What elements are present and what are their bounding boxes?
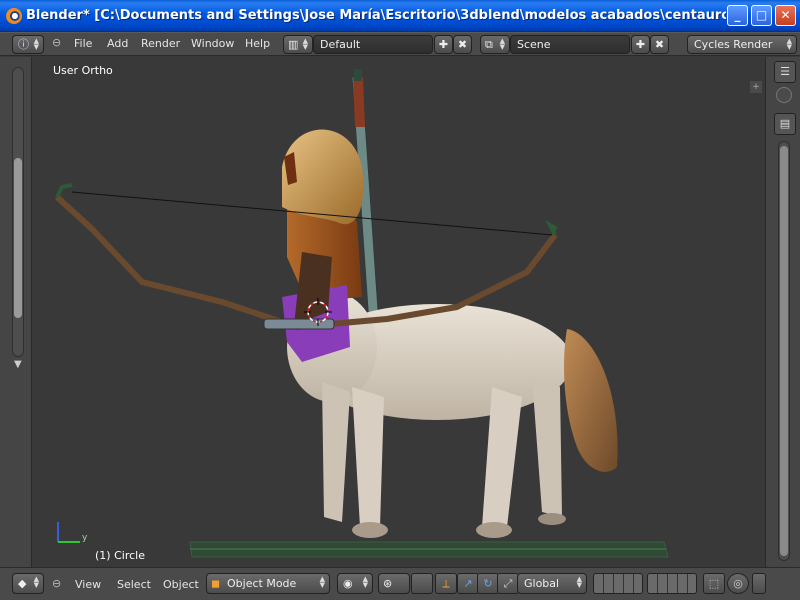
axis-y-label: y: [82, 533, 88, 543]
transform-orientation-selector[interactable]: Global ▲ ▼: [517, 573, 587, 594]
layers-icon-2[interactable]: [647, 573, 697, 594]
properties-toggle-icon[interactable]: [776, 87, 792, 103]
render-icon[interactable]: ◎: [727, 573, 749, 594]
menu-object[interactable]: Object: [163, 578, 199, 591]
editor-type-selector[interactable]: ⓘ ▲ ▼: [12, 35, 44, 54]
menu-file[interactable]: File: [74, 37, 92, 50]
collapse-menus-icon[interactable]: ⊖: [52, 36, 61, 49]
scroll-down-icon[interactable]: ▼: [14, 359, 22, 370]
scene-render: [54, 69, 669, 558]
chevron-updown-icon: ▲ ▼: [499, 37, 505, 51]
right-vertical-scrollbar[interactable]: [778, 141, 790, 561]
ground-plane: [189, 541, 669, 558]
layout-icon: ▥: [288, 38, 299, 51]
pivot-icon: ⊛: [383, 577, 393, 590]
scrollbar-thumb[interactable]: [14, 158, 22, 318]
manipulator-icon[interactable]: ⟂: [435, 573, 457, 594]
3d-view-header: ◆ ▲ ▼ ⊖ View Select Object ◼ Object Mode …: [0, 567, 800, 600]
scene-name-field[interactable]: Scene: [510, 35, 630, 54]
object-mode-icon: ◼: [211, 577, 221, 590]
menu-view[interactable]: View: [75, 578, 101, 591]
add-layout-button[interactable]: ✚: [434, 35, 453, 54]
blender-logo-icon: [6, 8, 22, 24]
menu-render[interactable]: Render: [141, 37, 180, 50]
properties-icon[interactable]: ▤: [774, 113, 796, 135]
scale-icon[interactable]: ⤢: [497, 573, 519, 594]
lock-icon[interactable]: ⬚: [703, 573, 725, 594]
menu-window[interactable]: Window: [191, 37, 234, 50]
add-icon: ✚: [438, 38, 449, 51]
delete-layout-button[interactable]: ✖: [453, 35, 472, 54]
menu-select[interactable]: Select: [117, 578, 151, 591]
window-title: Blender* [C:\Documents and Settings\Jose…: [26, 8, 726, 23]
viewport-shading-selector[interactable]: ◉ ▲ ▼: [337, 573, 373, 594]
proportional-icon[interactable]: [411, 573, 433, 594]
chevron-updown-icon: ▲ ▼: [302, 37, 308, 51]
shading-icon: ◉: [343, 577, 353, 590]
add-region-icon[interactable]: +: [750, 81, 762, 93]
rotate-icon[interactable]: ↻: [477, 573, 499, 594]
add-icon: ✚: [635, 38, 646, 51]
menu-add[interactable]: Add: [107, 37, 128, 50]
vertical-scrollbar[interactable]: [12, 67, 24, 357]
editor-type-selector[interactable]: ◆ ▲ ▼: [12, 573, 44, 594]
menu-help[interactable]: Help: [245, 37, 270, 50]
layers-icon[interactable]: [593, 573, 643, 594]
render-engine-selector[interactable]: Cycles Render ▲ ▼: [687, 35, 797, 54]
close-icon: ✖: [654, 38, 665, 51]
add-scene-button[interactable]: ✚: [631, 35, 650, 54]
left-scroll-region: ▼: [0, 57, 32, 567]
minimize-button[interactable]: _: [727, 5, 748, 26]
3d-viewport[interactable]: User Ortho y (1) Circle +: [32, 57, 765, 567]
chevron-updown-icon: ▲ ▼: [362, 575, 368, 589]
delete-scene-button[interactable]: ✖: [650, 35, 669, 54]
collapse-menus-icon[interactable]: ⊖: [52, 577, 61, 590]
more-icon[interactable]: [752, 573, 766, 594]
close-button[interactable]: ✕: [775, 5, 796, 26]
scrollbar-thumb[interactable]: [780, 146, 788, 556]
3d-view-icon: ◆: [18, 577, 27, 590]
outliner-icon[interactable]: ☰: [774, 61, 796, 83]
scene-selector[interactable]: ⧉ ▲ ▼: [480, 35, 510, 54]
mode-selector[interactable]: ◼ Object Mode ▲ ▼: [206, 573, 330, 594]
chevron-updown-icon: ▲ ▼: [319, 575, 325, 589]
window-titlebar: Blender* [C:\Documents and Settings\Jose…: [0, 0, 800, 32]
horse-tail-model: [564, 329, 618, 472]
chevron-updown-icon: ▲ ▼: [33, 37, 39, 51]
chevron-updown-icon: ▲ ▼: [786, 37, 792, 51]
chevron-updown-icon: ▲ ▼: [33, 575, 39, 589]
pivot-point-selector[interactable]: ⊛: [378, 573, 410, 594]
right-scroll-region: ☰ ▤: [765, 57, 800, 567]
maximize-button[interactable]: □: [751, 5, 772, 26]
axis-gizmo: [57, 522, 80, 543]
layout-selector[interactable]: ▥ ▲ ▼: [283, 35, 313, 54]
info-icon: ⓘ: [18, 38, 29, 51]
translate-icon[interactable]: ↗: [457, 573, 479, 594]
active-object-label: (1) Circle: [95, 549, 145, 562]
info-header: ⓘ ▲ ▼ ⊖ File Add Render Window Help ▥ ▲ ▼ …: [0, 32, 800, 56]
layout-name-field[interactable]: Default: [313, 35, 433, 54]
close-icon: ✖: [457, 38, 468, 51]
chevron-updown-icon: ▲ ▼: [576, 575, 582, 589]
scene-icon: ⧉: [485, 38, 493, 51]
